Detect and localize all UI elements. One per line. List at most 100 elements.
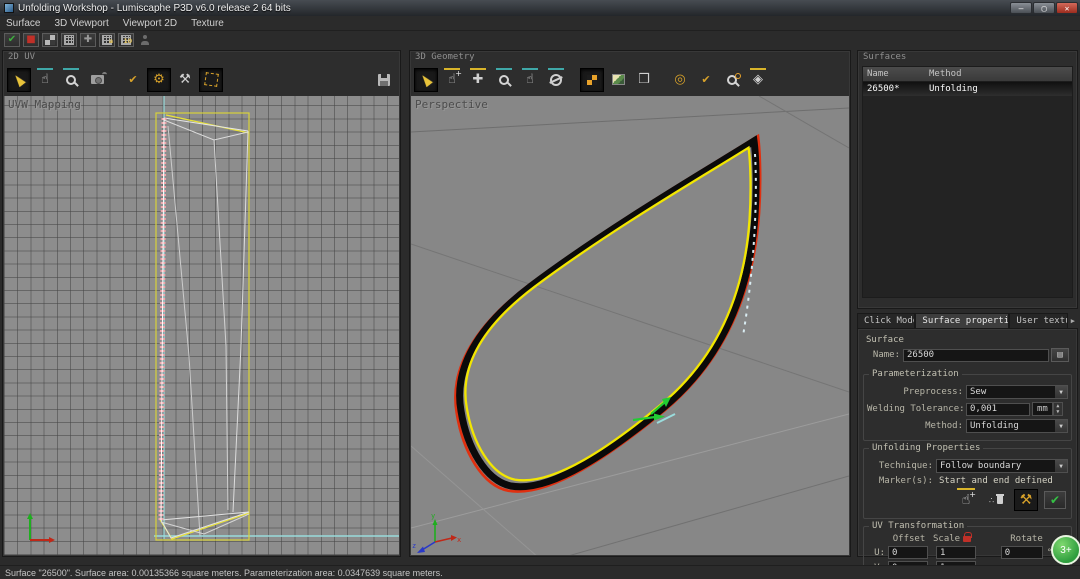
chevron-down-icon: ▼: [1055, 420, 1067, 432]
grid-number-button[interactable]: 10: [118, 33, 134, 47]
geometry3d-viewport[interactable]: Perspective: [411, 96, 849, 555]
menu-bar: Surface 3D Viewport Viewport 2D Texture: [0, 16, 1080, 31]
g3d-orbit-button[interactable]: [544, 68, 568, 92]
rotate-input[interactable]: [1001, 546, 1043, 559]
edit-markers-button[interactable]: ⚒: [1014, 489, 1038, 511]
validate-button[interactable]: ✔: [4, 33, 20, 47]
menu-viewport-2d[interactable]: Viewport 2D: [123, 18, 177, 29]
magnifier-icon: [66, 75, 76, 85]
user-mode-button[interactable]: [137, 33, 153, 47]
cancel-button[interactable]: ■: [23, 33, 39, 47]
grid-letter-button[interactable]: a: [99, 33, 115, 47]
parameterization-group-label: Parameterization: [869, 369, 962, 379]
hand-icon: ☝: [526, 73, 534, 86]
grid-icon: [64, 35, 74, 45]
surface-properties-panel: Surface Name: ▤ Parameterization Preproc…: [857, 328, 1078, 557]
name-label: Name:: [866, 350, 900, 360]
notification-badge[interactable]: 3+: [1051, 535, 1080, 565]
tab-surface-properties[interactable]: Surface properties: [915, 313, 1009, 328]
u-scale-input[interactable]: [936, 546, 976, 559]
surfaces-table-header: Name Method: [863, 67, 1072, 82]
grid-display-button[interactable]: [61, 33, 77, 47]
g3d-pivot-button[interactable]: ◈: [746, 68, 770, 92]
welding-unit-select[interactable]: mm: [1032, 402, 1053, 416]
pivot-diamond-icon: ◈: [753, 73, 763, 86]
uv-zoom-button[interactable]: [59, 68, 83, 92]
u-offset-input[interactable]: [888, 546, 928, 559]
checker-display-button[interactable]: [42, 33, 58, 47]
g3d-zoom-previous-button[interactable]: [720, 68, 744, 92]
person-icon: [140, 35, 150, 45]
close-button[interactable]: ✕: [1056, 2, 1078, 14]
rename-icon: ▤: [1057, 350, 1062, 360]
rename-button[interactable]: ▤: [1051, 348, 1069, 362]
cursor-icon: [12, 72, 26, 86]
tab-overflow-arrow-icon[interactable]: ▶: [1068, 314, 1078, 328]
uv-pan-button[interactable]: ☝: [33, 68, 57, 92]
offset-header: Offset: [885, 534, 933, 544]
menu-3d-viewport[interactable]: 3D Viewport: [54, 18, 108, 29]
welding-tolerance-input[interactable]: [966, 403, 1030, 416]
uv2d-viewport[interactable]: UVW Mapping: [4, 96, 399, 555]
g3d-focus-button[interactable]: ◎: [668, 68, 692, 92]
g3d-texture-button[interactable]: [606, 68, 630, 92]
g3d-select-button[interactable]: [414, 68, 438, 92]
technique-label: Technique:: [867, 461, 933, 471]
table-row[interactable]: 26500* Unfolding: [863, 82, 1072, 96]
g3d-move-button[interactable]: ✚: [466, 68, 490, 92]
apply-markers-button[interactable]: ✔: [1044, 491, 1066, 509]
save-disk-icon: [378, 74, 390, 86]
uv2d-toolbar: ☝ ✔ ⚙ ⚒: [3, 64, 400, 95]
title-bar: Unfolding Workshop - Lumiscaphe P3D v6.0…: [0, 0, 1080, 16]
uv-camera-button[interactable]: [85, 68, 109, 92]
add-marker-button[interactable]: ☝+: [954, 489, 978, 511]
uv-save-button[interactable]: [372, 68, 396, 92]
tab-user-textures[interactable]: User textu: [1009, 313, 1067, 328]
uv-compute-button[interactable]: ⚙: [147, 68, 171, 92]
markers-status: Start and end defined: [939, 476, 1053, 486]
unfolding-properties-group: Unfolding Properties Technique: Follow b…: [863, 448, 1072, 519]
uv-select-button[interactable]: [7, 68, 31, 92]
menu-texture[interactable]: Texture: [191, 18, 224, 29]
g3d-checker-button[interactable]: [580, 68, 604, 92]
axis-gizmo: y x z: [412, 512, 461, 553]
parameterization-group: Parameterization Preprocess: Sew ▼ Weldi…: [863, 374, 1072, 441]
menu-surface[interactable]: Surface: [6, 18, 40, 29]
marker-cross-button[interactable]: ✚: [80, 33, 96, 47]
column-method[interactable]: Method: [925, 67, 1072, 81]
surface-name-cell: 26500*: [863, 82, 925, 96]
window-title: Unfolding Workshop - Lumiscaphe P3D v6.0…: [18, 3, 291, 14]
method-select[interactable]: Unfolding ▼: [966, 419, 1068, 433]
preprocess-select[interactable]: Sew ▼: [966, 385, 1068, 399]
tools-icon: ⚒: [179, 73, 191, 86]
geometry3d-viewport-label: Perspective: [415, 98, 488, 111]
tab-click-mode[interactable]: Click Mode: [857, 313, 915, 328]
delete-markers-button[interactable]: ∴: [984, 489, 1008, 511]
geometry3d-toolbar: ☝+ ✚ ☝ ❒ ◎ ✔ ◈: [410, 64, 850, 95]
check-icon: ✔: [1050, 493, 1060, 507]
properties-tabs: Click Mode Surface properties User textu…: [857, 311, 1078, 328]
maximize-button[interactable]: ▢: [1033, 2, 1055, 14]
g3d-pan-button[interactable]: ☝: [518, 68, 542, 92]
welding-spinner[interactable]: ▲ ▼: [1053, 402, 1063, 416]
minimize-button[interactable]: –: [1010, 2, 1032, 14]
surfaces-panel: Surfaces Name Method 26500* Unfolding: [857, 50, 1078, 309]
gear-icon: ⚙: [153, 73, 165, 86]
method-value: Unfolding: [967, 421, 1055, 431]
svg-text:z: z: [412, 542, 416, 550]
column-name[interactable]: Name: [863, 67, 925, 81]
checker-icon: [45, 35, 55, 45]
surface-name-input[interactable]: [903, 349, 1049, 362]
technique-select[interactable]: Follow boundary ▼: [936, 459, 1068, 473]
move-cross-icon: ✚: [473, 73, 484, 86]
scale-header: Scale: [933, 534, 960, 544]
g3d-shaded-button[interactable]: ❒: [632, 68, 656, 92]
uv-selection-box-button[interactable]: [199, 68, 223, 92]
uv2d-canvas: [4, 96, 399, 555]
g3d-pick-add-button[interactable]: ☝+: [440, 68, 464, 92]
g3d-validate-button[interactable]: ✔: [694, 68, 718, 92]
uv-tools-button[interactable]: ⚒: [173, 68, 197, 92]
uv-validate-button[interactable]: ✔: [121, 68, 145, 92]
app-window: Unfolding Workshop - Lumiscaphe P3D v6.0…: [0, 0, 1080, 579]
g3d-zoom-button[interactable]: [492, 68, 516, 92]
